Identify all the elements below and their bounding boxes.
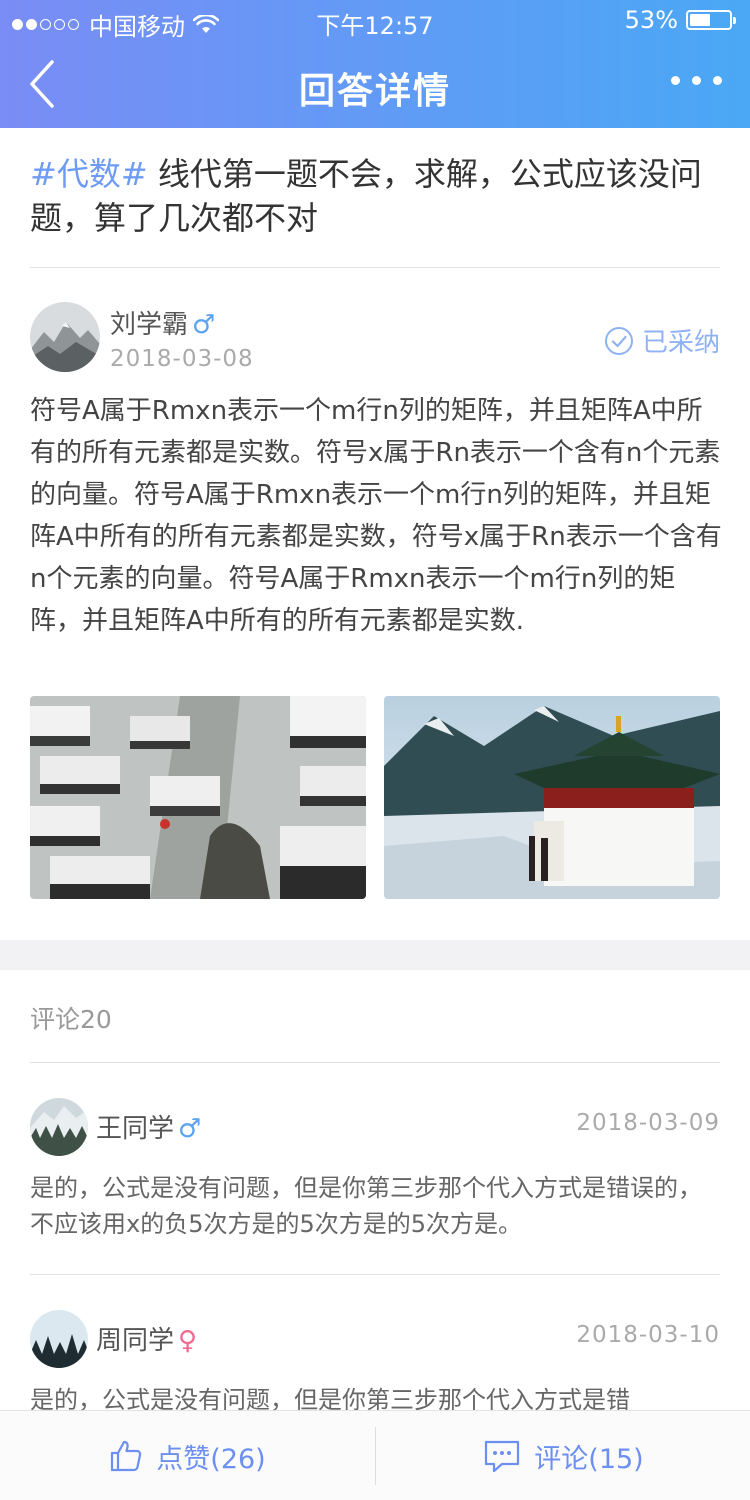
question-title: #代数# 线代第一题不会，求解，公式应该没问题，算了几次都不对 (30, 152, 720, 240)
author-name-text: 刘学霸 (110, 310, 189, 340)
avatar-image (30, 1098, 88, 1156)
accepted-label: 已采纳 (641, 328, 720, 358)
answer-photo-village[interactable] (30, 696, 366, 899)
divider (30, 1062, 720, 1063)
like-label: 点赞(26) (156, 1443, 266, 1475)
snowy-village-image (30, 696, 366, 899)
comment-count: 评论20 (30, 1005, 112, 1034)
comment-item: 周同学 ♀ 2018-03-10 是的，公式是没有问题，但是你第三步那个代入方式是… (30, 1308, 720, 1410)
nav-bar: 回答详情 (0, 40, 750, 128)
avatar[interactable] (30, 302, 100, 372)
thumbs-up-icon (111, 1440, 142, 1472)
check-circle-icon (604, 326, 633, 355)
avatar-image (30, 302, 100, 372)
divider (30, 267, 720, 268)
battery-level (690, 14, 711, 26)
answer-author-row: 刘学霸 ♂ 2018-03-08 已采纳 (30, 302, 720, 376)
app-header: 中国移动 下午12:57 53% 回答详情 (0, 0, 750, 128)
comment-text: 是的，公式是没有问题，但是你第三步那个代入方式是错 (30, 1386, 630, 1410)
comment-item: 王同学 ♂ 2018-03-09 是的，公式是没有问题，但是你第三步那个代入方式是… (30, 1096, 720, 1246)
comment-button[interactable]: 评论(15) (376, 1411, 750, 1500)
divider (30, 1274, 720, 1275)
comment-author-text: 王同学 (96, 1114, 175, 1144)
avatar[interactable] (30, 1310, 88, 1368)
section-separator (0, 940, 750, 970)
answer-photo-temple[interactable] (384, 696, 720, 899)
mountain-temple-image (384, 696, 720, 899)
battery-percent: 53% (624, 6, 678, 34)
comment-bubble-icon (485, 1440, 520, 1473)
comment-author-name[interactable]: 王同学 ♂ (96, 1108, 201, 1145)
male-icon: ♂ (178, 1114, 202, 1144)
comment-author-name[interactable]: 周同学 ♀ (96, 1320, 197, 1357)
accepted-badge: 已采纳 (604, 322, 720, 359)
answer-body: 符号A属于Rmxn表示一个m行n列的矩阵，并且矩阵A中所有的所有元素都是实数。符… (30, 396, 722, 636)
male-icon: ♂ (192, 310, 216, 340)
status-right: 53% (624, 6, 736, 34)
comment-date: 2018-03-09 (576, 1110, 720, 1136)
battery-icon (686, 10, 736, 30)
more-options-icon[interactable] (671, 76, 722, 85)
comment-date: 2018-03-10 (576, 1322, 720, 1348)
comment-label: 评论(15) (534, 1443, 644, 1475)
answer-date: 2018-03-08 (110, 346, 254, 372)
comment-text: 是的，公式是没有问题，但是你第三步那个代入方式是错误的，不应该用x的负5次方是的… (30, 1174, 702, 1238)
page-title: 回答详情 (298, 71, 451, 112)
like-button[interactable]: 点赞(26) (0, 1411, 374, 1500)
answer-author-name[interactable]: 刘学霸 ♂ (110, 304, 215, 341)
female-icon: ♀ (178, 1326, 198, 1356)
bottom-action-bar: 点赞(26) 评论(15) (0, 1410, 750, 1500)
status-bar: 中国移动 下午12:57 53% (0, 0, 750, 41)
topic-tag[interactable]: #代数# (30, 155, 148, 193)
avatar-image (30, 1310, 88, 1368)
comment-author-text: 周同学 (96, 1326, 175, 1356)
avatar[interactable] (30, 1098, 88, 1156)
